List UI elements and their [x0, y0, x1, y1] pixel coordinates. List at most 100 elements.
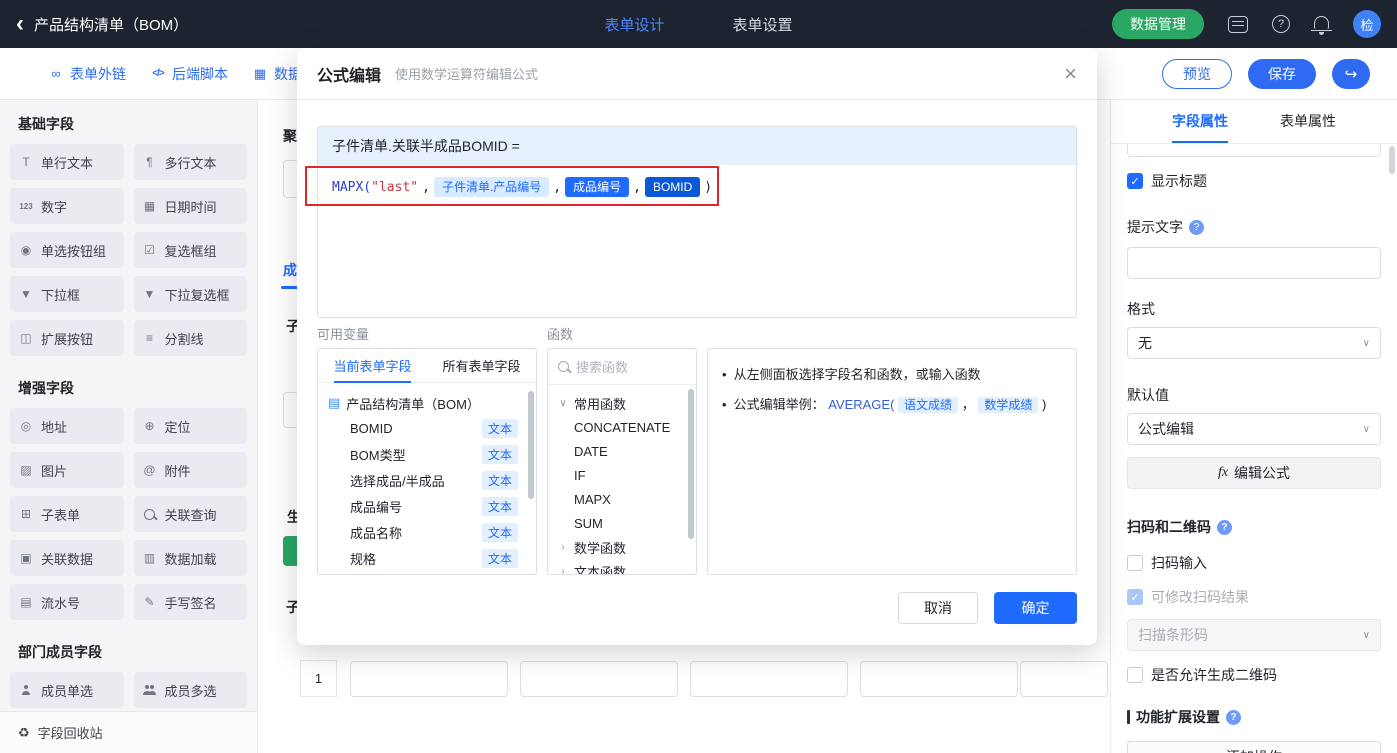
subform-tab-fragment[interactable]: 成	[283, 260, 297, 280]
edit-formula-button[interactable]: fx 编辑公式	[1127, 457, 1381, 489]
field-recycle-bin[interactable]: ♻ 字段回收站	[0, 711, 257, 753]
variable-item[interactable]: 选择成品/半成品文本	[328, 467, 530, 493]
add-action-label: 添加操作	[1226, 747, 1282, 753]
tab-current-form-fields[interactable]: 当前表单字段	[318, 349, 427, 382]
variables-scrollbar[interactable]	[528, 391, 534, 499]
tile-image[interactable]: ▨图片	[10, 452, 124, 488]
tab-all-form-fields[interactable]: 所有表单字段	[427, 349, 536, 382]
formula-string-token[interactable]: "last"	[371, 180, 418, 195]
avatar[interactable]: 检	[1353, 10, 1381, 38]
hint-help-icon[interactable]: ?	[1189, 220, 1204, 235]
chevron-right-icon: ›	[558, 542, 568, 553]
app-switcher-icon[interactable]	[1228, 16, 1248, 33]
tile-signature[interactable]: ✎手写签名	[134, 584, 248, 620]
formula-function-token[interactable]: MAPX(	[332, 180, 371, 195]
notification-bell-icon[interactable]	[1314, 16, 1329, 29]
tile-member-multi[interactable]: 成员多选	[134, 672, 248, 708]
tile-label: 子表单	[41, 505, 80, 524]
section-marker	[1127, 710, 1130, 724]
qr-allow-checkbox[interactable]	[1127, 667, 1143, 683]
scan-help-icon[interactable]: ?	[1217, 520, 1232, 535]
variable-item[interactable]: BOMID文本	[328, 415, 530, 441]
function-item[interactable]: CONCATENATE	[558, 415, 692, 439]
topbar-tabs: 表单设计 表单设置	[604, 14, 792, 35]
subform-cell-input[interactable]	[350, 661, 508, 697]
function-group-math[interactable]: › 数学函数	[558, 535, 692, 559]
tile-dropdown-multi[interactable]: ▼下拉复选框	[134, 276, 248, 312]
hint-text-input[interactable]	[1127, 247, 1381, 279]
tile-data-load[interactable]: ▥数据加载	[134, 540, 248, 576]
help-icon[interactable]: ?	[1272, 15, 1290, 33]
tab-form-design[interactable]: 表单设计	[604, 14, 664, 35]
chevron-down-icon: ∨	[558, 398, 568, 409]
tile-datetime[interactable]: ▦日期时间	[134, 188, 248, 224]
subform-row-index: 1	[300, 660, 337, 697]
subform-cell-input[interactable]	[1020, 661, 1108, 697]
formula-field-tag-selected[interactable]: BOMID	[645, 177, 700, 197]
variable-item[interactable]: 成品名称文本	[328, 519, 530, 545]
function-item[interactable]: MAPX	[558, 487, 692, 511]
function-search-input[interactable]: 搜索函数	[548, 349, 696, 385]
tab-form-properties[interactable]: 表单属性	[1280, 100, 1336, 143]
formula-field-tag[interactable]: 成品编号	[565, 177, 629, 197]
functions-scrollbar[interactable]	[688, 389, 694, 539]
tile-serial-number[interactable]: ▤流水号	[10, 584, 124, 620]
clipped-input-fragment[interactable]	[1127, 144, 1381, 157]
formula-field-tag[interactable]: 子件清单.产品编号	[434, 177, 549, 197]
data-manage-button[interactable]: 数据管理	[1112, 9, 1204, 39]
show-title-checkbox[interactable]: ✓	[1127, 173, 1143, 189]
scan-input-checkbox[interactable]	[1127, 555, 1143, 571]
tile-subform[interactable]: ⊞子表单	[10, 496, 124, 532]
back-chevron-icon[interactable]: ‹	[16, 12, 24, 36]
tile-checkbox-group[interactable]: ☑复选框组	[134, 232, 248, 268]
topbar: ‹ 产品结构清单（BOM） 表单设计 表单设置 数据管理 ? 检	[0, 0, 1397, 48]
calendar-icon: ▦	[142, 199, 158, 213]
tile-linked-data[interactable]: ▣关联数据	[10, 540, 124, 576]
confirm-button[interactable]: 确定	[994, 592, 1077, 624]
extension-help-icon[interactable]: ?	[1226, 710, 1241, 725]
variable-name: BOMID	[350, 421, 393, 436]
tab-form-settings[interactable]: 表单设置	[733, 14, 793, 35]
format-select[interactable]: 无 ∨	[1127, 327, 1381, 359]
variables-root-node[interactable]: ▤ 产品结构清单（BOM）	[328, 391, 530, 415]
variable-name: 成品编号	[350, 497, 402, 516]
variable-item[interactable]: BOM类型文本	[328, 441, 530, 467]
tile-divider[interactable]: ≡分割线	[134, 320, 248, 356]
tab-field-properties[interactable]: 字段属性	[1172, 100, 1228, 143]
function-item[interactable]: IF	[558, 463, 692, 487]
tile-multi-line-text[interactable]: ¶多行文本	[134, 144, 248, 180]
function-group-text[interactable]: › 文本函数	[558, 559, 692, 575]
subform-cell-input[interactable]	[860, 661, 1018, 697]
variable-item[interactable]: 成品编号文本	[328, 493, 530, 519]
formula-editor-area[interactable]: MAPX( "last" , 子件清单.产品编号 , 成品编号 , BOMID …	[318, 165, 1076, 209]
close-icon[interactable]: ×	[1064, 63, 1077, 85]
subform-cell-input[interactable]	[690, 661, 848, 697]
tile-address[interactable]: ◎地址	[10, 408, 124, 444]
tile-dropdown[interactable]: ▼下拉框	[10, 276, 124, 312]
function-item[interactable]: DATE	[558, 439, 692, 463]
tile-location[interactable]: ⊕定位	[134, 408, 248, 444]
default-value-select[interactable]: 公式编辑 ∨	[1127, 413, 1381, 445]
preview-button[interactable]: 预览	[1162, 59, 1232, 89]
tile-member-single[interactable]: 成员单选	[10, 672, 124, 708]
save-button[interactable]: 保存	[1248, 59, 1316, 89]
tile-number[interactable]: 123数字	[10, 188, 124, 224]
scan-mode-select[interactable]: 扫描条形码 ∨	[1127, 619, 1381, 651]
formula-target-strip: 子件清单.关联半成品BOMID =	[318, 127, 1076, 165]
backend-script-button[interactable]: </> 后端脚本	[150, 64, 228, 84]
add-action-button[interactable]: 添加操作	[1127, 741, 1381, 753]
tile-extend-button[interactable]: ◫扩展按钮	[10, 320, 124, 356]
variable-item[interactable]: 规格文本	[328, 545, 530, 571]
formula-comma: ,	[633, 180, 641, 195]
tile-attachment[interactable]: @附件	[134, 452, 248, 488]
tile-lookup-query[interactable]: 关联查询	[134, 496, 248, 532]
external-link-button[interactable]: ∞ 表单外链	[48, 64, 126, 84]
share-button[interactable]: ↪	[1332, 59, 1370, 89]
tile-radio-group[interactable]: ◉单选按钮组	[10, 232, 124, 268]
function-group-common[interactable]: ∨ 常用函数	[558, 391, 692, 415]
cancel-button[interactable]: 取消	[898, 592, 978, 624]
function-item[interactable]: SUM	[558, 511, 692, 535]
scan-editable-checkbox[interactable]: ✓	[1127, 589, 1143, 605]
tile-single-line-text[interactable]: T单行文本	[10, 144, 124, 180]
subform-cell-input[interactable]	[520, 661, 678, 697]
